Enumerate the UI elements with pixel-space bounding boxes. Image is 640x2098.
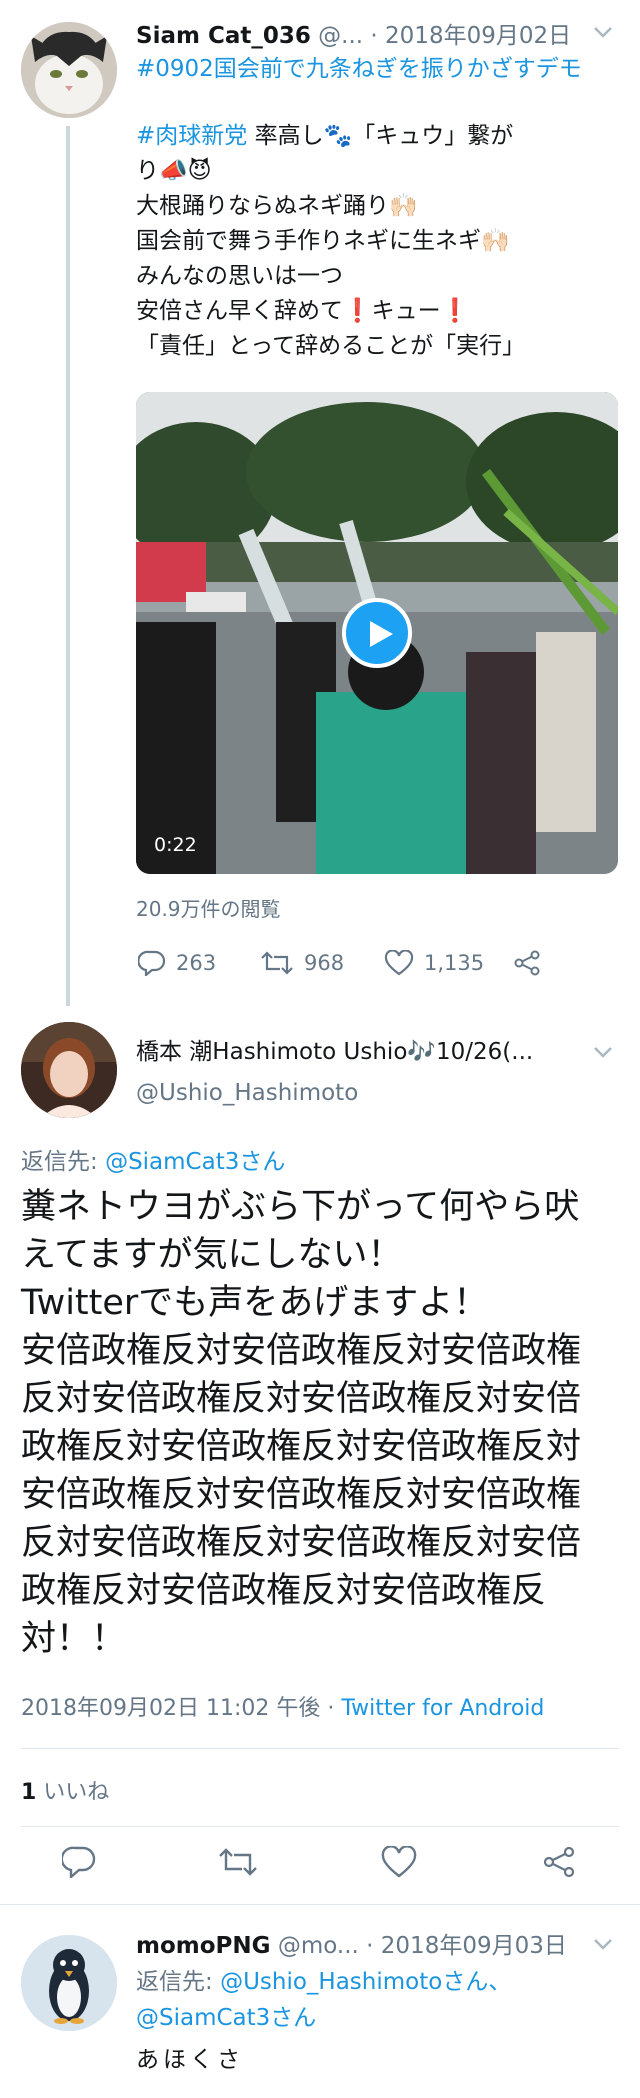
tweet-line-4: みんなの思いは一つ xyxy=(136,263,343,289)
tweet-text: あほくさ xyxy=(136,2047,244,2073)
like-icon xyxy=(381,1845,417,1878)
tweet-line-5: 政権反対安倍政権反対安倍政権反対 xyxy=(21,1427,582,1467)
tweet-line-5: 安倍さん早く辞めて❗キュー❗ xyxy=(136,298,470,324)
reply-button[interactable]: 263 xyxy=(138,950,216,976)
retweet-button[interactable] xyxy=(218,1846,258,1882)
tweet1-body: #肉球新党 率高し🐾「キュウ」繋が り📣😈 大根踊りならぬネギ踊り🙌🏻 国会前で… xyxy=(136,119,525,364)
retweet-icon xyxy=(219,1848,257,1876)
reply-icon xyxy=(138,950,166,976)
author-handle[interactable]: @... xyxy=(318,23,363,49)
chevron-down-icon[interactable] xyxy=(593,20,613,44)
mention-link[interactable]: @SiamCat3さん xyxy=(105,1149,285,1175)
share-icon xyxy=(543,1846,575,1878)
tweet-line-6: 安倍政権反対安倍政権反対安倍政権 xyxy=(21,1475,582,1515)
timestamp[interactable]: 2018年09月02日 11:02 午後 · xyxy=(21,1696,341,1721)
author-name[interactable]: Siam Cat_036 xyxy=(136,23,311,49)
like-icon xyxy=(384,950,414,976)
tweet3-header: momoPNG @mo... · 2018年09月03日 xyxy=(136,1926,567,1960)
tweet-date[interactable]: · 2018年09月02日 xyxy=(370,23,571,49)
tweet-line-4: 反対安倍政権反対安倍政権反対安倍 xyxy=(21,1379,582,1419)
divider xyxy=(21,1748,619,1749)
avatar-siam-cat[interactable] xyxy=(21,22,117,118)
thread-connector xyxy=(66,126,70,1006)
share-button[interactable] xyxy=(513,950,541,976)
author-name[interactable]: 橋本 潮Hashimoto Ushio🎶10/26(... xyxy=(136,1032,533,1066)
tweet-line-2: Twitterでも声をあげますよ！ xyxy=(21,1283,489,1323)
video-player[interactable]: 0:22 xyxy=(136,392,618,874)
like-button[interactable]: 1,135 xyxy=(384,950,484,976)
like-button[interactable] xyxy=(381,1845,417,1882)
likes-summary[interactable]: 1 いいね xyxy=(21,1774,109,1806)
play-button[interactable] xyxy=(342,598,412,668)
reply-button[interactable] xyxy=(60,1846,96,1882)
hashtag-link[interactable]: #肉球新党 xyxy=(136,123,247,149)
reply-count: 263 xyxy=(176,951,217,975)
tweet2-body: 糞ネトウヨがぶら下がって何やら吠 えてますが気にしない！ Twitterでも声を… xyxy=(21,1183,621,1663)
divider xyxy=(0,1904,640,1905)
tweet-line-0: 糞ネトウヨがぶら下がって何やら吠 xyxy=(21,1187,580,1227)
retweet-count: 968 xyxy=(304,951,345,975)
tweet1-header: Siam Cat_036 @... · 2018年09月02日 xyxy=(136,16,571,50)
video-duration: 0:22 xyxy=(154,834,197,856)
tweet-line-3: 国会前で舞う手作りネギに生ネギ🙌🏻 xyxy=(136,228,510,254)
share-button[interactable] xyxy=(542,1846,576,1882)
like-count: 1,135 xyxy=(424,951,485,975)
retweet-button[interactable]: 968 xyxy=(260,950,344,976)
tweet-line-8: 政権反対安倍政権反対安倍政権反 xyxy=(21,1571,547,1611)
client-link[interactable]: Twitter for Android xyxy=(341,1696,544,1721)
reply-icon xyxy=(60,1846,96,1880)
mention-link[interactable]: @Ushio_Hashimotoさん、 xyxy=(220,1969,511,1995)
chevron-down-icon[interactable] xyxy=(593,1932,613,1956)
avatar-momopng[interactable] xyxy=(21,1935,117,2031)
tweet-line-3: 安倍政権反対安倍政権反対安倍政権 xyxy=(21,1331,582,1371)
author-handle[interactable]: @mo... xyxy=(278,1933,359,1959)
mention-link[interactable]: @SiamCat3さん xyxy=(136,1998,316,2032)
avatar-hashimoto[interactable] xyxy=(21,1022,117,1118)
play-icon xyxy=(370,621,393,647)
tweet-line-1: えてますが気にしない！ xyxy=(21,1235,403,1275)
author-handle[interactable]: @Ushio_Hashimoto xyxy=(136,1080,358,1106)
author-name[interactable]: momoPNG xyxy=(136,1933,271,1959)
share-icon xyxy=(514,950,540,976)
reply-context: 返信先: @Ushio_Hashimotoさん、 xyxy=(136,1969,512,1995)
tweet-line-1: り📣😈 xyxy=(136,158,212,184)
tweet-meta: 2018年09月02日 11:02 午後 · Twitter for Andro… xyxy=(21,1690,544,1722)
retweet-icon xyxy=(261,951,293,975)
tweet-line-6: 「責任」とって辞めることが「実行」 xyxy=(136,333,526,359)
tweet-line-9: 対！！ xyxy=(21,1619,127,1659)
chevron-down-icon[interactable] xyxy=(593,1040,613,1064)
view-count: 20.9万件の閲覧 xyxy=(136,897,281,921)
divider xyxy=(21,1826,619,1827)
tweet-date[interactable]: · 2018年09月03日 xyxy=(366,1933,567,1959)
hashtag-link[interactable]: #0902国会前で九条ねぎを振りかざすデモ xyxy=(136,52,582,87)
tweet-line-0: #肉球新党 率高し🐾「キュウ」繋が xyxy=(136,123,514,149)
tweet-line-7: 反対安倍政権反対安倍政権反対安倍 xyxy=(21,1523,582,1563)
tweet-line-2: 大根踊りならぬネギ踊り🙌🏻 xyxy=(136,193,418,219)
reply-context: 返信先: @SiamCat3さん xyxy=(21,1149,286,1175)
